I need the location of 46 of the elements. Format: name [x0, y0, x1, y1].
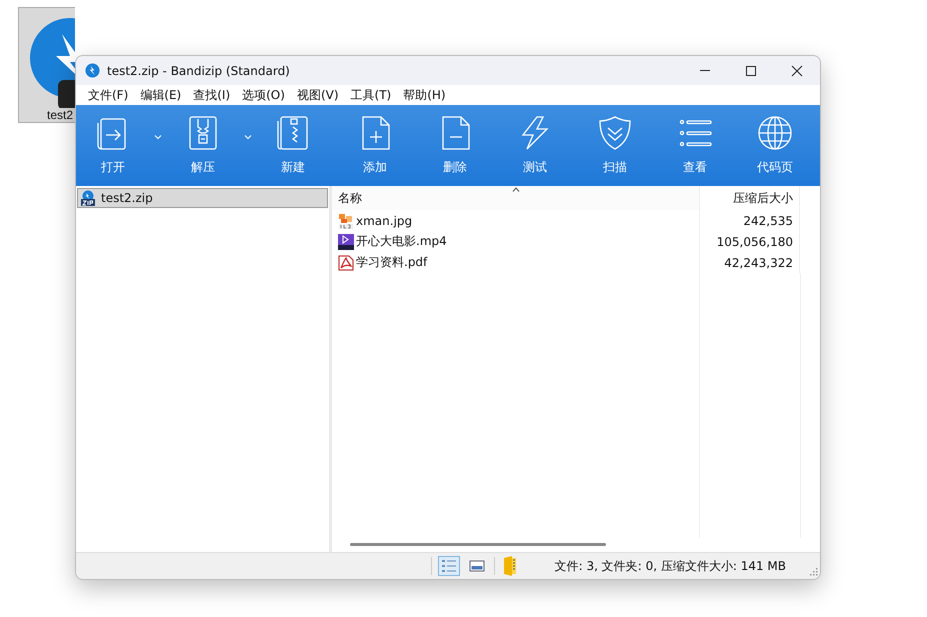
tree-item[interactable]: test2.zip: [77, 188, 328, 208]
toolbar-button[interactable]: 删除: [415, 105, 495, 186]
desktop-file-icon[interactable]: test2: [18, 7, 75, 123]
sort-icon: [512, 187, 520, 192]
toolbar-button[interactable]: 解压: [166, 105, 240, 186]
video-file-icon: [338, 234, 354, 250]
window-title: test2.zip - Bandizip (Standard): [107, 64, 290, 78]
menu-item[interactable]: 工具(T): [344, 86, 398, 104]
menu-item[interactable]: 文件(F): [82, 86, 134, 104]
toolbar-button[interactable]: 查看: [655, 105, 735, 186]
toolbar-button[interactable]: 代码页: [735, 105, 815, 186]
menu-item[interactable]: 视图(V): [290, 86, 345, 104]
file-name-cell: 学习资料.pdf: [332, 252, 699, 273]
file-size-cell: 42,243,322: [699, 252, 799, 273]
details-view-button[interactable]: [438, 556, 460, 576]
menu-item[interactable]: 帮助(H): [397, 86, 452, 104]
chevron-down-icon: [244, 134, 252, 140]
archive-folder-icon: [502, 556, 517, 576]
minimize-icon: [700, 70, 710, 71]
column-header[interactable]: 名称: [332, 186, 699, 210]
toolbar-button[interactable]: 测试: [495, 105, 575, 186]
menu-item[interactable]: 查找(I): [187, 86, 236, 104]
resize-grip-icon[interactable]: [808, 566, 818, 576]
zip-file-icon: [80, 190, 96, 206]
desktop-file-label: test2: [47, 108, 74, 122]
image-file-icon: [338, 212, 354, 228]
toolbar-button[interactable]: 扫描: [575, 105, 655, 186]
menu-item[interactable]: 编辑(E): [134, 86, 188, 104]
close-icon: [791, 64, 803, 76]
file-name-cell: xman.jpg: [332, 210, 699, 231]
status-text: 文件: 3, 文件夹: 0, 压缩文件大小: 141 MB: [554, 558, 786, 574]
maximize-icon: [745, 64, 757, 76]
file-size-cell: 105,056,180: [699, 231, 799, 252]
scrollbar-thumb[interactable]: [350, 543, 606, 546]
toolbar-button[interactable]: 打开: [76, 105, 150, 186]
pdf-file-icon: [338, 254, 354, 270]
picture-icon: [468, 559, 485, 573]
file-size-cell: 242,535: [699, 210, 799, 231]
menu-item[interactable]: 选项(O): [236, 86, 291, 104]
details-list-icon: [440, 559, 457, 573]
toolbar-button[interactable]: 添加: [335, 105, 415, 186]
file-name-cell: 开心大电影.mp4: [332, 231, 699, 252]
chevron-down-icon: [154, 134, 162, 140]
toolbar-button[interactable]: 新建: [256, 105, 330, 186]
app-logo-icon: [85, 63, 100, 78]
column-header[interactable]: 压缩后大小: [699, 186, 799, 210]
